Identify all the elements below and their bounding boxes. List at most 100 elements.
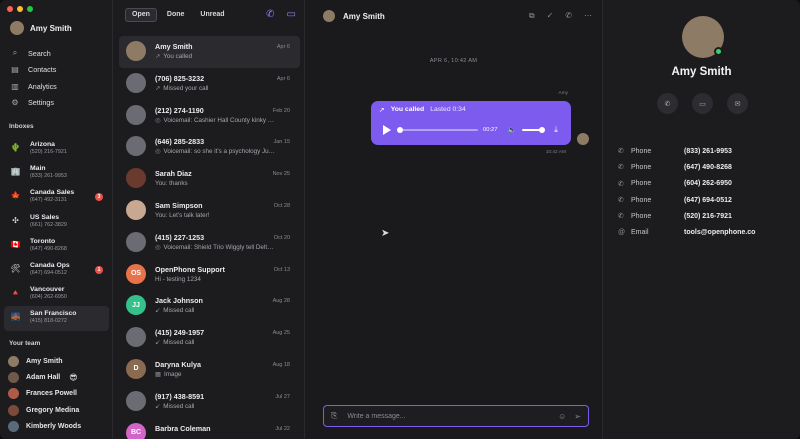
attach-icon[interactable]: ⎘ (331, 411, 337, 421)
sidebar-item-search[interactable]: ⌕ Search (10, 45, 106, 62)
message-contact-icon[interactable]: ▭ (692, 93, 713, 114)
sidebar-nav: ⌕ Search ▤ Contacts ▥ Analytics ⚙ Settings (10, 45, 106, 111)
inbox-item-main[interactable]: 🏢 Main (833) 261-9953 (4, 161, 109, 185)
phone-icon: ✆ (618, 164, 624, 172)
open-icon[interactable]: ⧉ (529, 11, 535, 21)
preview-text: Image (163, 370, 182, 378)
inbox-name: Arizona (30, 141, 55, 148)
preview-text: Missed call (163, 339, 195, 347)
team-member[interactable]: Amy Smith (8, 353, 108, 369)
team-member[interactable]: Frances Powell (8, 386, 108, 402)
conversation-item[interactable]: Amy Smith ↗ You called Apr 6 (119, 36, 300, 68)
inbox-item-san-francisco[interactable]: 🌉 San Francisco (415) 818-0272 (4, 306, 109, 331)
sidebar-item-contacts[interactable]: ▤ Contacts (10, 62, 106, 79)
conversation-item[interactable]: (646) 285-2833 ◎ Voicemail: so she it's a … (119, 131, 300, 163)
avatar (126, 231, 146, 252)
call-contact-icon[interactable]: ✆ (657, 93, 678, 114)
tab-open[interactable]: Open (125, 8, 157, 22)
preview-text: Missed call (163, 402, 195, 410)
conversation-item[interactable]: (415) 249-1957 ↙ Missed call Aug 25 (119, 322, 300, 354)
member-name: Kimberly Woods (26, 422, 82, 430)
conversation-preview: ◎ Voicemail: so she it's a psychology Ju… (155, 148, 293, 155)
avatar (126, 136, 146, 157)
phone-icon: ✆ (618, 213, 624, 221)
contact-field[interactable]: ✆ Phone (604) 262-6950 (618, 176, 790, 192)
more-icon[interactable]: ⋯ (584, 11, 592, 21)
avatar (8, 371, 19, 383)
preview-text: Voicemail: Cashier Hall County kinky … (163, 116, 275, 124)
team-member[interactable]: Adam Hall 😎 (8, 369, 108, 385)
emoji-icon[interactable]: ☺ (558, 412, 566, 421)
preview-type-icon: ◎ (155, 116, 161, 124)
conversation-item[interactable]: (415) 227-1253 ◎ Voicemail: Shield Trio Wi… (119, 227, 300, 259)
preview-type-icon: ◎ (155, 243, 161, 251)
call-icon[interactable]: ✆ (565, 11, 572, 21)
field-label: Phone (631, 163, 652, 171)
inbox-item-arizona[interactable]: 🌵 Arizona (520) 216-7921 (4, 137, 109, 161)
play-icon[interactable] (383, 125, 391, 135)
message-input[interactable] (347, 412, 553, 420)
inbox-item-vancouver[interactable]: 🔺 Vancouver (604) 262-6950 (4, 282, 109, 306)
phone-icon: ✆ (618, 197, 624, 205)
contact-field[interactable]: ✆ Phone (647) 694-0512 (618, 192, 790, 208)
playback-handle[interactable] (397, 127, 403, 133)
inbox-item-us-sales[interactable]: ✣ US Sales (661) 762-3829 (4, 210, 109, 234)
conversation-preview: ↙ Missed call (155, 307, 293, 314)
contact-field[interactable]: ✆ Phone (833) 261-9953 (618, 143, 790, 159)
inbox-item-canada-ops[interactable]: 🛠 Canada Ops (647) 694-0512 1 (4, 258, 109, 282)
phone-icon: ✆ (618, 148, 624, 156)
conversation-item[interactable]: Sam Simpson You: Let's talk later! Oct 28 (119, 195, 300, 227)
tab-done[interactable]: Done (161, 8, 191, 22)
conversation-item[interactable]: (706) 825-3232 ↗ Missed your call Apr 6 (119, 68, 300, 100)
conversation-item[interactable]: JJ Jack Johnson ↙ Missed call Aug 28 (119, 290, 300, 322)
playback-track[interactable] (397, 127, 478, 133)
tab-unread[interactable]: Unread (194, 8, 230, 22)
conversation-item[interactable]: (212) 274-1190 ◎ Voicemail: Cashier Hall C… (119, 100, 300, 132)
online-indicator (714, 47, 723, 56)
preview-text: Voicemail: Shield Trio Wiggly tell Delt… (163, 243, 274, 251)
preview-text: You: Let's talk later! (155, 211, 210, 219)
conversation-item[interactable]: Sarah Diaz You: thanks Nov 25 (119, 163, 300, 195)
volume-icon[interactable]: 🔈 (508, 126, 517, 134)
mark-done-icon[interactable]: ✓ (547, 11, 554, 21)
minimize-window-button[interactable] (17, 6, 23, 12)
conversation-item[interactable]: BC Barbra Coleman Jul 22 (119, 418, 300, 439)
send-icon[interactable]: ➢ (574, 412, 581, 421)
settings-icon: ⚙ (11, 98, 19, 108)
inbox-icon: 🏢 (10, 167, 21, 177)
conversation-item[interactable]: (917) 438-8591 ↙ Missed call Jul 27 (119, 386, 300, 418)
conversation-preview: ◎ Voicemail: Cashier Hall County kinky … (155, 117, 293, 124)
contact-field[interactable]: ✆ Phone (520) 216-7921 (618, 208, 790, 224)
volume-handle[interactable] (539, 127, 546, 133)
team-header: Your team (9, 340, 41, 347)
inbox-item-toronto[interactable]: 🇨🇦 Toronto (647) 490-8268 (4, 234, 109, 258)
new-call-icon[interactable]: ✆ (266, 9, 274, 21)
inbox-number: (833) 261-9953 (30, 173, 67, 180)
maximize-window-button[interactable] (27, 6, 33, 12)
preview-type-icon: ◎ (155, 148, 161, 156)
field-label: Phone (631, 212, 652, 220)
download-icon[interactable]: ⤓ (554, 125, 558, 135)
team-member[interactable]: Kimberly Woods (8, 418, 108, 434)
date-separator: APR 6, 10:42 AM (429, 58, 478, 64)
filter-tabs: Open Done Unread (125, 8, 231, 22)
contact-field[interactable]: ✆ Phone (647) 490-8268 (618, 159, 790, 175)
conversation-item[interactable]: OS OpenPhone Support Hi - testing 1234 Oct … (119, 259, 300, 291)
user-profile[interactable]: Amy Smith (10, 21, 72, 35)
team-member[interactable]: Gregory Medina (8, 402, 108, 418)
preview-type-icon: ↙ (155, 307, 161, 315)
member-name: Frances Powell (26, 390, 77, 398)
conversation-date: Aug 28 (272, 298, 290, 305)
inbox-number: (647) 490-8268 (30, 245, 67, 252)
contact-field[interactable]: @ Email tools@openphone.co (618, 224, 790, 240)
email-contact-icon[interactable]: ✉ (727, 93, 748, 114)
sidebar-item-analytics[interactable]: ▥ Analytics (10, 78, 106, 95)
volume-slider[interactable] (522, 127, 546, 133)
inbox-item-canada-sales[interactable]: 🍁 Canada Sales (647) 492-3131 3 (4, 185, 109, 209)
sidebar-item-label: Analytics (28, 81, 57, 91)
new-message-icon[interactable]: ▭ (287, 9, 296, 21)
close-window-button[interactable] (7, 6, 13, 12)
message-composer: ⎘ ☺ ➢ (323, 405, 589, 427)
sidebar-item-settings[interactable]: ⚙ Settings (10, 95, 106, 112)
conversation-item[interactable]: D Daryna Kulya ▦ Image Aug 18 (119, 354, 300, 386)
